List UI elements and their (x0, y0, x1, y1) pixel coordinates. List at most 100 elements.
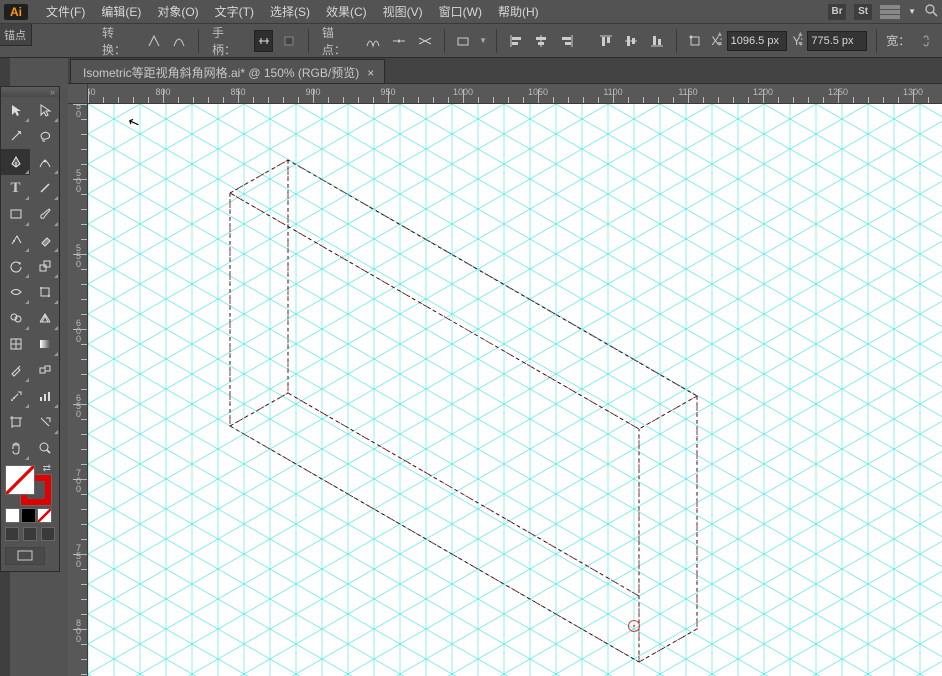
menu-t[interactable]: 文字(T) (207, 1, 262, 22)
cut-anchor-icon[interactable] (415, 30, 435, 52)
hand-tool[interactable] (1, 435, 30, 461)
ruler-h-label: 850 (230, 87, 245, 97)
ruler-v-label: 650 (76, 394, 81, 418)
control-bar: 转换： 手柄： 锚点： ▼ X: ▲▼ Y: ▲▼ 宽： (0, 24, 942, 58)
color-mode-icon[interactable] (5, 508, 20, 523)
y-step-up-icon[interactable]: ▲ (795, 31, 805, 41)
artboard-tool[interactable] (1, 409, 30, 435)
none-mode-icon[interactable] (37, 508, 52, 523)
link-wh-icon[interactable] (916, 30, 936, 52)
bridge-icon[interactable]: Br (828, 4, 846, 20)
menu-w[interactable]: 窗口(W) (431, 1, 490, 22)
menu-c[interactable]: 效果(C) (318, 1, 375, 22)
ruler-v-label: 550 (76, 244, 81, 268)
direct-selection-tool[interactable] (30, 97, 59, 123)
eraser-tool[interactable] (30, 227, 59, 253)
vertical-ruler[interactable]: 450500550600650700750800850 (68, 104, 88, 676)
ruler-v-label: 750 (76, 544, 81, 568)
convert-smooth-icon[interactable] (169, 30, 189, 52)
document-tab[interactable]: Isometric等距视角斜角网格.ai* @ 150% (RGB/预览) × (70, 59, 385, 83)
convert-corner-icon[interactable] (144, 30, 164, 52)
remove-anchor-icon[interactable] (364, 30, 384, 52)
ruler-h-label: 1300 (903, 87, 923, 97)
workspace-dropdown-icon[interactable]: ▼ (908, 7, 916, 16)
menu-v[interactable]: 视图(V) (375, 1, 431, 22)
paintbrush-tool[interactable] (30, 201, 59, 227)
anchor-cursor-indicator (628, 620, 640, 632)
align-top-icon[interactable] (596, 30, 616, 52)
menu-o[interactable]: 对象(O) (149, 1, 206, 22)
selection-tool[interactable] (1, 97, 30, 123)
menu-h[interactable]: 帮助(H) (490, 1, 547, 22)
ruler-h-label: 800 (155, 87, 170, 97)
gradient-mode-icon[interactable] (21, 508, 36, 523)
ruler-v-label: 700 (76, 469, 81, 493)
connect-anchor-icon[interactable] (389, 30, 409, 52)
y-step-down-icon[interactable]: ▼ (795, 41, 805, 51)
draw-normal-icon[interactable] (5, 527, 19, 541)
shaper-tool[interactable] (1, 227, 30, 253)
type-tool[interactable]: T (1, 175, 30, 201)
stock-icon[interactable]: St (854, 4, 872, 20)
fill-stroke-swatches[interactable]: ⇄ (1, 461, 59, 571)
document-tab-strip: Isometric等距视角斜角网格.ai* @ 150% (RGB/预览) × (0, 58, 942, 84)
ruler-h-label: 1200 (753, 87, 773, 97)
x-step-down-icon[interactable]: ▼ (715, 41, 725, 51)
curvature-tool[interactable] (30, 149, 59, 175)
magic-wand-tool[interactable] (1, 123, 30, 149)
screen-mode-button[interactable] (5, 547, 45, 565)
slice-tool[interactable] (30, 409, 59, 435)
menu-f[interactable]: 文件(F) (38, 1, 93, 22)
x-coord-input[interactable] (727, 31, 787, 51)
blend-tool[interactable] (30, 357, 59, 383)
ruler-origin[interactable] (68, 84, 88, 104)
lasso-tool[interactable] (30, 123, 59, 149)
search-icon[interactable] (924, 3, 938, 20)
isolate-dropdown-icon[interactable]: ▼ (479, 36, 487, 45)
draw-inside-icon[interactable] (41, 527, 55, 541)
horizontal-ruler[interactable]: 7508008509009501000105011001150120012501… (88, 84, 942, 104)
swap-fill-stroke-icon[interactable]: ⇄ (43, 463, 51, 474)
artboard[interactable]: ↖ (88, 104, 942, 676)
close-tab-icon[interactable]: × (367, 66, 374, 80)
anchor-panel-tab[interactable]: 锚点 (0, 24, 32, 46)
line-tool[interactable] (30, 175, 59, 201)
document-title: Isometric等距视角斜角网格.ai* @ 150% (RGB/预览) (83, 64, 359, 81)
y-coord-input[interactable] (807, 31, 867, 51)
ruler-h-label: 1100 (603, 87, 622, 97)
gradient-tool[interactable] (30, 331, 59, 357)
fill-swatch[interactable] (5, 465, 35, 495)
ruler-v-label: 600 (76, 319, 81, 343)
free-transform-tool[interactable] (30, 279, 59, 305)
x-step-up-icon[interactable]: ▲ (715, 31, 725, 41)
mesh-tool[interactable] (1, 331, 30, 357)
rectangle-tool[interactable] (1, 201, 30, 227)
symbol-sprayer-tool[interactable] (1, 383, 30, 409)
hide-handles-icon[interactable] (279, 30, 299, 52)
pen-tool[interactable] (1, 149, 30, 175)
menu-e[interactable]: 编辑(E) (93, 1, 149, 22)
ruler-h-label: 1050 (528, 87, 548, 97)
isolate-icon[interactable] (453, 30, 473, 52)
shape-builder-tool[interactable] (1, 305, 30, 331)
align-left-icon[interactable] (506, 30, 526, 52)
toolbox-header[interactable]: » (1, 87, 59, 97)
align-vcenter-icon[interactable] (622, 30, 642, 52)
perspective-grid-tool[interactable] (30, 305, 59, 331)
show-handles-icon[interactable] (254, 30, 274, 52)
ruler-v-label: 500 (76, 169, 81, 193)
menu-bar: Ai 文件(F)编辑(E)对象(O)文字(T)选择(S)效果(C)视图(V)窗口… (0, 0, 942, 24)
zoom-tool[interactable] (30, 435, 59, 461)
align-right-icon[interactable] (557, 30, 577, 52)
scale-tool[interactable] (30, 253, 59, 279)
draw-behind-icon[interactable] (23, 527, 37, 541)
menu-s[interactable]: 选择(S) (262, 1, 318, 22)
align-hcenter-icon[interactable] (532, 30, 552, 52)
width-tool[interactable] (1, 279, 30, 305)
rotate-tool[interactable] (1, 253, 30, 279)
workspace-layout-icon[interactable] (880, 5, 900, 19)
column-graph-tool[interactable] (30, 383, 59, 409)
align-bottom-icon[interactable] (647, 30, 667, 52)
reference-point-icon[interactable] (686, 30, 706, 52)
eyedropper-tool[interactable] (1, 357, 30, 383)
